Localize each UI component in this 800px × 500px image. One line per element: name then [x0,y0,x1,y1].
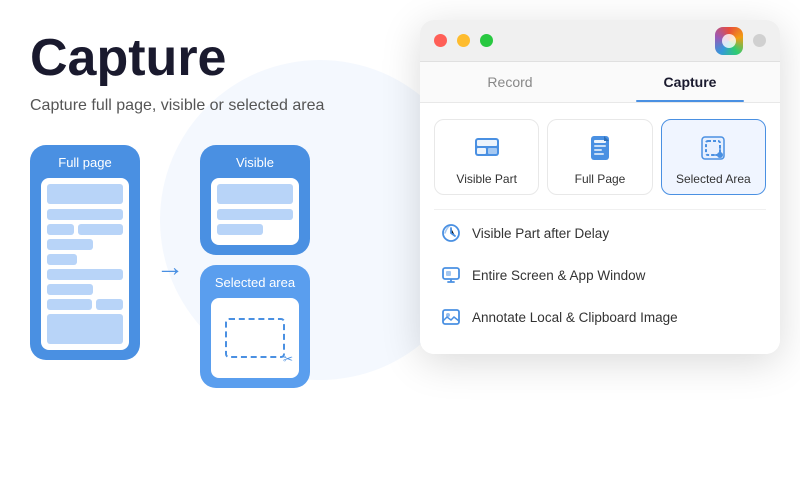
window-icon [471,132,503,164]
app-icon-inner [722,34,736,48]
visible-card: Visible [200,145,310,255]
full-page-label: Full Page [575,172,626,186]
mock-bottom [47,314,123,344]
list-option-annotate[interactable]: Annotate Local & Clipboard Image [434,296,766,338]
titlebar-button[interactable] [753,34,766,47]
full-page-card: Full page [30,145,140,360]
crop-icon [697,132,729,164]
capture-option-visible-part[interactable]: Visible Part [434,119,539,195]
list-option-entire-screen[interactable]: Entire Screen & App Window [434,254,766,296]
mock-header [47,184,123,204]
image-icon [440,306,462,328]
visible-delay-label: Visible Part after Delay [472,226,609,241]
mock-header [217,184,293,204]
mock-block [47,254,77,265]
app-window: Record Capture Visible Part [420,20,780,354]
screen-icon [440,264,462,286]
tab-record[interactable]: Record [420,62,600,102]
visible-label: Visible [236,155,274,170]
mock-row-item [78,224,123,235]
annotate-label: Annotate Local & Clipboard Image [472,310,678,325]
full-page-mock [41,178,129,350]
traffic-light-close[interactable] [434,34,447,47]
page-icon [584,132,616,164]
arrow-right: → [156,251,184,283]
visible-mock [211,178,299,245]
capture-options-grid: Visible Part Full Page [434,119,766,195]
mock-block [47,239,93,250]
mock-row-item [47,299,92,310]
mock-block [47,284,93,295]
page-subtitle: Capture full page, visible or selected a… [30,97,410,115]
mock-row-item [47,224,74,235]
selected-area-card: Selected area [200,265,310,388]
mock-block [47,269,123,280]
selected-mock [211,298,299,378]
left-panel: Capture Capture full page, visible or se… [30,30,410,388]
app-icon [715,27,743,55]
illustration-row: Full page [30,145,410,388]
clock-icon [440,222,462,244]
right-cards: Visible Selected area [200,145,310,388]
window-titlebar [420,20,780,62]
visible-part-label: Visible Part [456,172,516,186]
mock-block [47,209,123,220]
mock-row-item [96,299,123,310]
window-tabs: Record Capture [420,62,780,103]
entire-screen-label: Entire Screen & App Window [472,268,645,283]
mock-row [47,299,123,310]
full-page-label: Full page [58,155,111,170]
capture-option-full-page[interactable]: Full Page [547,119,652,195]
selected-area-label: Selected area [215,275,295,290]
selected-area-label: Selected Area [676,172,751,186]
dashed-selection-box [225,318,285,358]
divider [434,209,766,210]
mock-block [217,209,293,220]
traffic-light-maximize[interactable] [480,34,493,47]
traffic-light-minimize[interactable] [457,34,470,47]
window-body: Visible Part Full Page [420,103,780,354]
list-option-visible-delay[interactable]: Visible Part after Delay [434,212,766,254]
mock-row [47,224,123,235]
capture-option-selected-area[interactable]: Selected Area [661,119,766,195]
mock-block [217,224,263,235]
tab-capture[interactable]: Capture [600,62,780,102]
page-title: Capture [30,30,410,87]
